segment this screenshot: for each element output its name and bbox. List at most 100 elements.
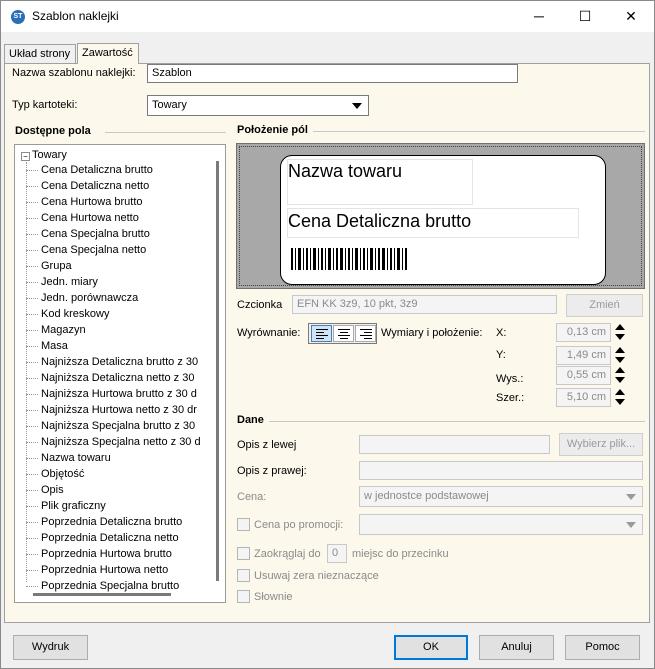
down-arrow-icon[interactable] — [615, 357, 625, 363]
label-card: Nazwa towaru Cena Detaliczna brutto — [280, 155, 606, 285]
right-desc-input[interactable] — [359, 461, 643, 480]
tree-item-label: Cena Specjalna netto — [41, 244, 147, 256]
tree-item[interactable]: Magazyn — [26, 322, 86, 338]
tree-item[interactable]: Najniższa Specjalna brutto z 30 — [26, 418, 195, 434]
tree-item[interactable]: Cena Hurtowa brutto — [26, 194, 143, 210]
in-words-checkbox[interactable] — [237, 590, 250, 603]
tree-connector — [26, 201, 38, 203]
tree-connector — [26, 313, 38, 315]
tree-item[interactable]: Plik graficzny — [26, 498, 106, 514]
tree-item[interactable]: Objętość — [26, 466, 84, 482]
tree-item[interactable]: Cena Detaliczna netto — [26, 178, 149, 194]
tree-item[interactable]: Najniższa Detaliczna brutto z 30 — [26, 354, 198, 370]
tree-connector — [26, 521, 38, 523]
tree-item[interactable]: Najniższa Detaliczna netto z 30 — [26, 370, 194, 386]
tree-item[interactable]: Cena Hurtowa netto — [26, 210, 139, 226]
tree-connector — [26, 409, 38, 411]
up-arrow-icon[interactable] — [615, 389, 625, 395]
x-value-input[interactable]: 0,13 cm — [556, 323, 611, 342]
tree-item[interactable]: Poprzednia Specjalna brutto — [26, 578, 179, 594]
promo-price-select[interactable] — [359, 514, 643, 535]
barcode-icon[interactable] — [291, 248, 407, 270]
horizontal-scrollbar[interactable] — [33, 593, 171, 596]
tree-item[interactable]: Grupa — [26, 258, 72, 274]
choose-file-button[interactable]: Wybierz plik... — [559, 433, 643, 456]
tree-item[interactable]: Poprzednia Detaliczna netto — [26, 530, 179, 546]
tree-connector — [26, 345, 38, 347]
tree-connector — [26, 457, 38, 459]
tree-item[interactable]: Cena Specjalna brutto — [26, 226, 150, 242]
minimize-button[interactable]: ─ — [516, 1, 562, 32]
tree-item[interactable]: Najniższa Hurtowa brutto z 30 d — [26, 386, 197, 402]
right-desc-label: Opis z prawej: — [237, 465, 307, 477]
tree-item[interactable]: Poprzednia Hurtowa brutto — [26, 546, 172, 562]
divider — [105, 132, 226, 133]
font-input[interactable]: EFN KK 3z9, 10 pkt, 3z9 — [292, 295, 557, 314]
width-value-input[interactable]: 5,10 cm — [556, 388, 611, 407]
down-arrow-icon[interactable] — [615, 377, 625, 383]
in-words-label: Słownie — [254, 591, 293, 603]
maximize-button[interactable]: ☐ — [562, 1, 608, 32]
tree-item[interactable]: Jedn. porównawcza — [26, 290, 138, 306]
tree-connector — [26, 553, 38, 555]
tab-content[interactable]: Zawartość — [77, 43, 139, 64]
remove-zeros-label: Usuwaj zera nieznaczące — [254, 570, 379, 582]
tree-item[interactable]: Opis — [26, 482, 64, 498]
down-arrow-icon[interactable] — [615, 399, 625, 405]
up-arrow-icon[interactable] — [615, 347, 625, 353]
tree-item[interactable]: Jedn. miary — [26, 274, 98, 290]
height-value-input[interactable]: 0,55 cm — [556, 366, 611, 385]
promo-price-checkbox[interactable] — [237, 518, 250, 531]
fields-tree[interactable]: − Towary Cena Detaliczna brutto Cena Detal… — [14, 144, 226, 603]
align-center-button[interactable] — [333, 325, 354, 342]
tree-item-label: Magazyn — [41, 324, 86, 336]
tree-item[interactable]: Najniższa Specjalna netto z 30 d — [26, 434, 201, 450]
up-arrow-icon[interactable] — [615, 324, 625, 330]
ok-button[interactable]: OK — [394, 635, 468, 660]
close-button[interactable]: ✕ — [608, 1, 654, 32]
print-button[interactable]: Wydruk — [13, 635, 88, 660]
tab-page-layout[interactable]: Układ strony — [4, 44, 76, 63]
help-button[interactable]: Pomoc — [565, 635, 640, 660]
tree-item[interactable]: Cena Detaliczna brutto — [26, 162, 153, 178]
chevron-down-icon — [626, 522, 636, 528]
remove-zeros-checkbox[interactable] — [237, 569, 250, 582]
round-input[interactable]: 0 — [327, 544, 347, 563]
tree-item-label: Opis — [41, 484, 64, 496]
left-desc-input[interactable] — [359, 435, 550, 454]
up-arrow-icon[interactable] — [615, 367, 625, 373]
tree-connector — [26, 185, 38, 187]
height-spinner[interactable] — [613, 366, 627, 385]
round-checkbox[interactable] — [237, 547, 250, 560]
tree-item[interactable]: Kod kreskowy — [26, 306, 109, 322]
width-spinner[interactable] — [613, 388, 627, 407]
price-label: Cena: — [237, 491, 267, 503]
tree-item[interactable]: Najniższa Hurtowa netto z 30 dr — [26, 402, 197, 418]
align-right-button[interactable] — [355, 325, 376, 342]
y-spinner[interactable] — [613, 346, 627, 365]
tree-item-label: Najniższa Detaliczna brutto z 30 — [41, 356, 199, 368]
card-type-select[interactable]: Towary — [147, 95, 369, 116]
tree-item[interactable]: Masa — [26, 338, 68, 354]
template-name-input[interactable]: Szablon — [147, 64, 518, 83]
collapse-icon[interactable]: − — [21, 152, 30, 161]
tree-item[interactable]: Nazwa towaru — [26, 450, 111, 466]
align-left-button[interactable] — [311, 325, 332, 342]
tree-connector — [26, 569, 38, 571]
tree-item-label: Poprzednia Detaliczna netto — [41, 532, 179, 544]
divider — [269, 421, 645, 422]
title-bar: ST Szablon naklejki ─ ☐ ✕ — [1, 1, 654, 32]
tree-item[interactable]: Poprzednia Hurtowa netto — [26, 562, 168, 578]
layout-title: Położenie pól — [237, 124, 308, 136]
x-spinner[interactable] — [613, 323, 627, 342]
change-font-button[interactable]: Zmień — [566, 294, 643, 317]
price-select[interactable]: w jednostce podstawowej — [359, 486, 643, 507]
tree-item[interactable]: Poprzednia Detaliczna brutto — [26, 514, 182, 530]
down-arrow-icon[interactable] — [615, 334, 625, 340]
y-value-input[interactable]: 1,49 cm — [556, 346, 611, 365]
tree-item[interactable]: Cena Specjalna netto — [26, 242, 146, 258]
vertical-scrollbar[interactable] — [216, 161, 219, 581]
cancel-button[interactable]: Anuluj — [479, 635, 554, 660]
tree-connector — [26, 425, 38, 427]
tree-root-towary[interactable]: − Towary — [21, 149, 67, 161]
